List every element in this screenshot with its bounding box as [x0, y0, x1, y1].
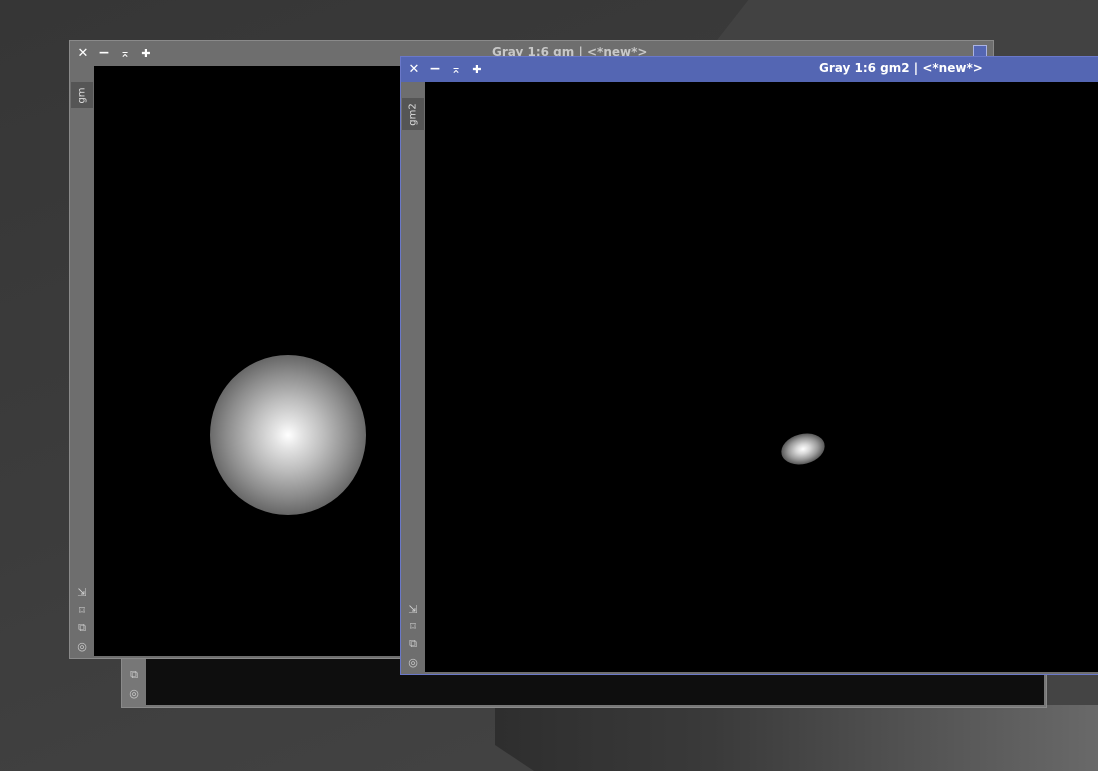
- view-tab-gm[interactable]: gm: [71, 82, 93, 108]
- clone-icon[interactable]: ⧉: [127, 668, 141, 682]
- crop-icon[interactable]: ⌑: [75, 603, 89, 617]
- crop-icon[interactable]: ⌑: [406, 619, 420, 633]
- target-icon[interactable]: ◎: [127, 686, 141, 700]
- maximize-icon[interactable]: ✚: [138, 45, 154, 61]
- image-canvas[interactable]: [425, 82, 1098, 672]
- close-icon[interactable]: ✕: [406, 61, 422, 77]
- maximize-icon[interactable]: ✚: [469, 61, 485, 77]
- window-sidebar: gm2 ⇲ ⌑ ⧉ ◎: [401, 82, 425, 674]
- title-bar[interactable]: ✕ − ⌅ ✚ Gray 1:6 gm2 | <*new*>: [401, 57, 1098, 82]
- gaussian-star: [210, 355, 366, 515]
- window-sidebar: gm ⇲ ⌑ ⧉ ◎: [70, 66, 94, 658]
- view-tab-gm2[interactable]: gm2: [402, 98, 424, 130]
- target-icon[interactable]: ◎: [406, 655, 420, 669]
- window-title: Gray 1:6 gm2 | <*new*>: [819, 61, 983, 75]
- desktop-decoration: [495, 705, 1098, 771]
- tab-label: gm2: [407, 102, 419, 126]
- tab-label: gm: [76, 86, 88, 104]
- minimize-icon[interactable]: −: [427, 61, 443, 77]
- elliptical-star: [778, 429, 828, 469]
- fit-view-icon[interactable]: ⇲: [406, 602, 420, 616]
- shade-icon[interactable]: ⌅: [117, 45, 133, 61]
- fit-view-icon[interactable]: ⇲: [75, 585, 89, 599]
- clone-icon[interactable]: ⧉: [406, 637, 420, 651]
- minimize-icon[interactable]: −: [96, 45, 112, 61]
- shade-icon[interactable]: ⌅: [448, 61, 464, 77]
- close-icon[interactable]: ✕: [75, 45, 91, 61]
- clone-icon[interactable]: ⧉: [75, 621, 89, 635]
- target-icon[interactable]: ◎: [75, 639, 89, 653]
- image-window-gm2[interactable]: ✕ − ⌅ ✚ Gray 1:6 gm2 | <*new*> gm2 ⇲ ⌑ ⧉…: [400, 56, 1098, 675]
